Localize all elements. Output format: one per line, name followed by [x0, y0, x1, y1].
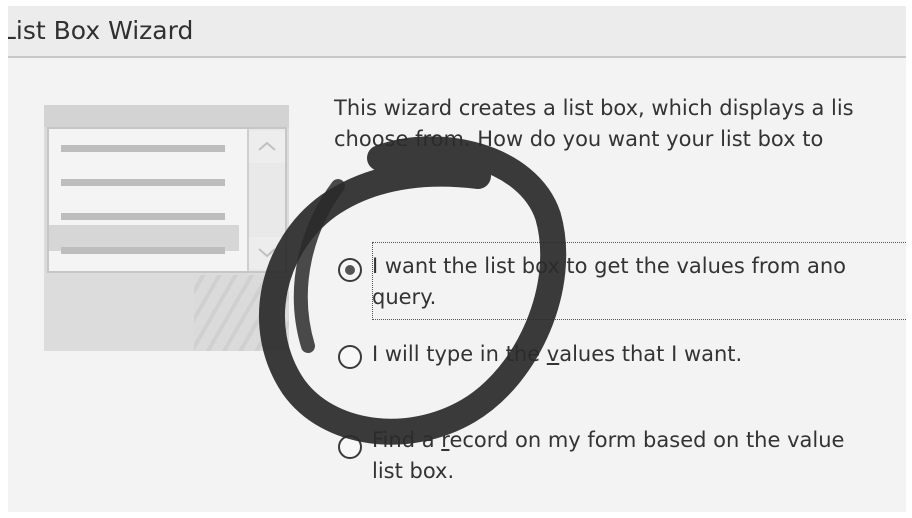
option-lookup-label[interactable]: I want the list box to get the values fr…: [372, 251, 846, 313]
illustration-scrollbar: [247, 129, 285, 271]
option-find-record-text-rest: ecord on my form based on the value: [449, 428, 845, 452]
illustration-list-line: [61, 179, 225, 186]
illustration-list-line: [61, 213, 225, 220]
option-type-values-text-rest: alues that I want.: [559, 342, 743, 366]
title-bar: List Box Wizard: [8, 6, 906, 58]
chevron-down-icon: [249, 237, 285, 269]
option-lookup-line-1: I want the list box to get the values fr…: [372, 254, 847, 278]
illustration-fill: [44, 275, 194, 351]
radio-find-record[interactable]: [338, 435, 362, 459]
window-title: List Box Wizard: [8, 16, 194, 45]
option-find-record-text: Find a: [372, 428, 442, 452]
option-type-values-accesskey: v: [546, 342, 560, 366]
illustration-listbox: [47, 127, 287, 273]
option-find-record-line-2: list box.: [372, 459, 455, 483]
list-box-wizard-dialog: List Box Wizard This wizard creates a li…: [8, 6, 906, 512]
option-find-record-line-1: Find a record on my form based on the va…: [372, 425, 844, 456]
wizard-body: This wizard creates a list box, which di…: [8, 58, 906, 512]
illustration-header: [44, 105, 289, 127]
intro-line-2: choose from. How do you want your list b…: [334, 127, 824, 151]
intro-line-1: This wizard creates a list box, which di…: [334, 96, 854, 120]
radio-selected-dot: [345, 265, 355, 275]
intro-text: This wizard creates a list box, which di…: [334, 93, 906, 155]
option-type-values-text: I will type in the: [372, 342, 547, 366]
list-box-illustration: [44, 105, 289, 351]
option-find-record-label[interactable]: Find a record on my form based on the va…: [372, 425, 844, 487]
option-lookup-line-2: query.: [372, 285, 437, 309]
option-type-values-label[interactable]: I will type in the values that I want.: [372, 339, 742, 370]
illustration-list-line: [61, 247, 225, 254]
radio-lookup-values[interactable]: [338, 258, 362, 282]
radio-type-values[interactable]: [338, 345, 362, 369]
chevron-up-icon: [249, 131, 285, 163]
illustration-list-line: [61, 145, 225, 152]
